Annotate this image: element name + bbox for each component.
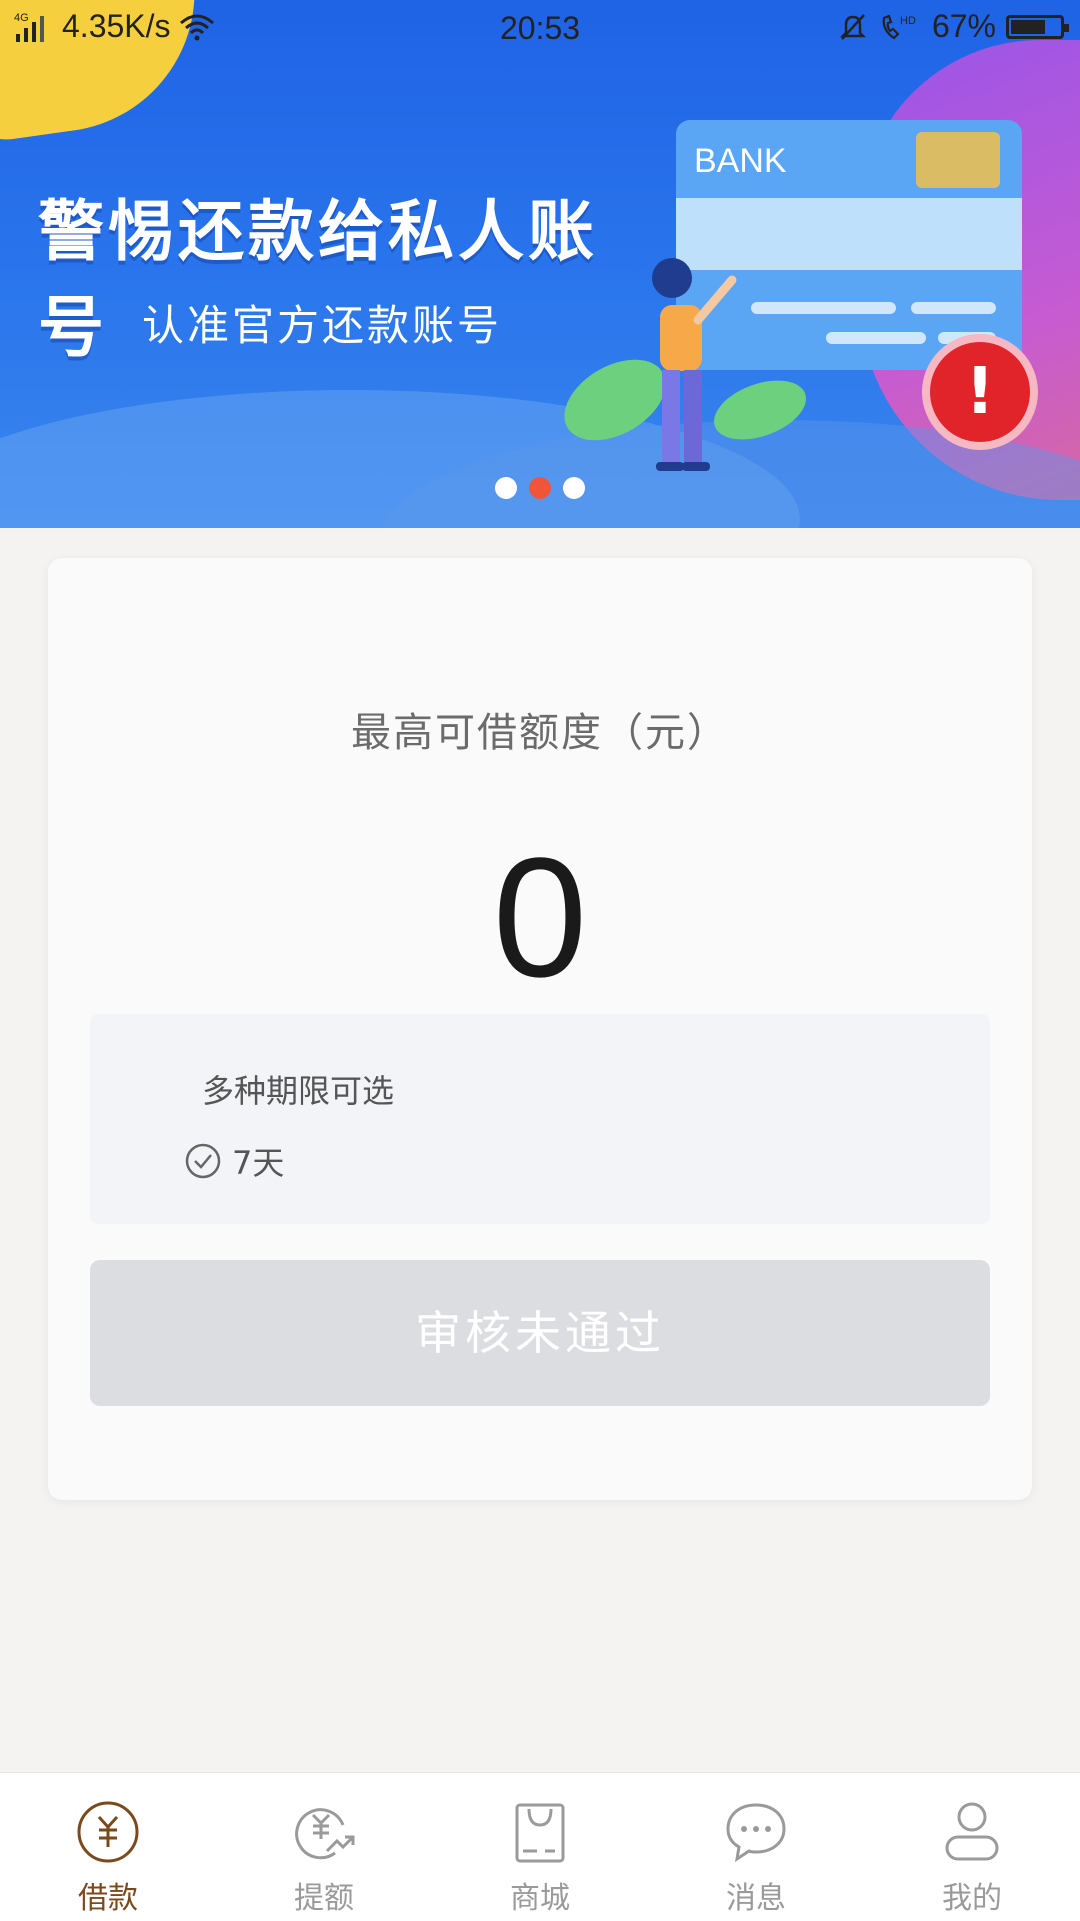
promo-banner[interactable]: 警惕还款给私人账号 认准官方还款账号 BANK ! xyxy=(0,0,1080,528)
carousel-dot[interactable] xyxy=(495,477,517,499)
term-options: 多种期限可选 7天 xyxy=(90,1014,990,1224)
term-option-7days[interactable]: 7天 xyxy=(184,1138,284,1184)
warning-icon: ! xyxy=(922,334,1038,450)
tab-label: 消息 xyxy=(726,1881,786,1916)
bank-card-text: BANK xyxy=(694,142,787,180)
term-title: 多种期限可选 xyxy=(202,1072,395,1110)
tab-label: 提额 xyxy=(294,1881,354,1916)
battery-icon xyxy=(1006,14,1069,39)
loan-card: 最高可借额度（元） 0 多种期限可选 7天 审核未通过 xyxy=(48,558,1032,1500)
bottom-tab-bar: 借款 提额 商城 消息 我的 xyxy=(0,1772,1080,1921)
tab-messages[interactable]: 消息 xyxy=(648,1773,864,1921)
carousel-dot-active[interactable] xyxy=(529,477,551,499)
tab-borrow[interactable]: 借款 xyxy=(0,1773,216,1921)
tab-label: 商城 xyxy=(510,1881,570,1916)
term-option-label: 7天 xyxy=(232,1144,285,1182)
battery-percent: 67% xyxy=(931,8,996,44)
yuan-circle-icon xyxy=(77,1801,139,1863)
carousel-dot[interactable] xyxy=(563,477,585,499)
chat-bubble-icon xyxy=(726,1803,786,1863)
carousel-indicator[interactable] xyxy=(0,477,1080,503)
person-illustration xyxy=(564,258,806,471)
card-chip xyxy=(916,132,1000,188)
limit-value: 0 xyxy=(492,823,588,1013)
limit-label: 最高可借额度（元） xyxy=(351,710,729,756)
check-circle-icon xyxy=(185,1143,221,1179)
tab-raise-limit[interactable]: 提额 xyxy=(216,1773,432,1921)
tab-label: 借款 xyxy=(78,1881,138,1916)
mute-bell-icon xyxy=(839,13,866,40)
user-icon xyxy=(945,1802,999,1861)
status-bar: 4G 4.35K/s 20:53 HD 67% xyxy=(0,0,1080,56)
hd-call-icon: HD xyxy=(882,14,916,39)
review-status-button[interactable]: 审核未通过 xyxy=(90,1260,990,1406)
shopping-bag-icon xyxy=(515,1803,565,1863)
tab-mall[interactable]: 商城 xyxy=(432,1773,648,1921)
hd-label: HD xyxy=(900,15,916,27)
banner-subtitle: 认准官方还款账号 xyxy=(142,301,503,350)
tab-mine[interactable]: 我的 xyxy=(864,1773,1080,1921)
tab-label: 我的 xyxy=(942,1881,1002,1916)
raise-limit-icon xyxy=(295,1808,355,1860)
